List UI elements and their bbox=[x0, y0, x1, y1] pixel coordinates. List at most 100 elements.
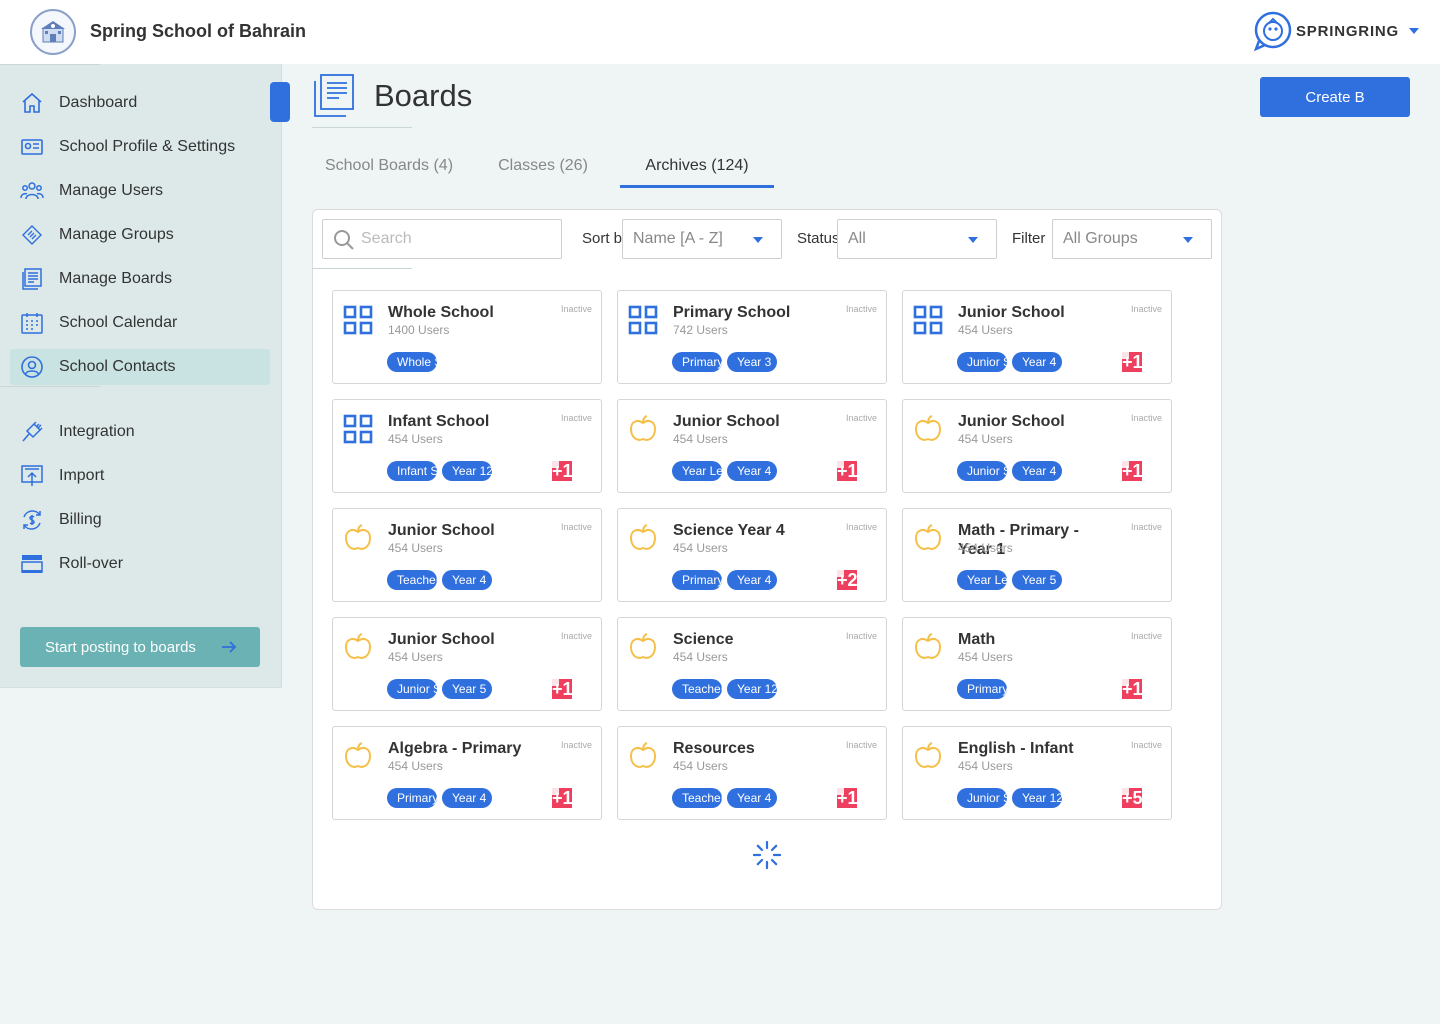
group-tag[interactable]: Year 4 bbox=[727, 570, 777, 590]
group-tag[interactable]: Primary bbox=[957, 679, 1007, 699]
start-posting-label: Start posting to boards bbox=[45, 638, 196, 656]
group-tag[interactable]: Primary bbox=[672, 570, 722, 590]
group-tag[interactable]: Year 4 bbox=[1012, 461, 1062, 481]
group-tag[interactable]: Year 12 bbox=[1012, 788, 1062, 808]
board-title: Primary School bbox=[673, 304, 791, 321]
board-card[interactable]: Junior School 454 Users Inactive Junior S Ye… bbox=[332, 617, 602, 711]
sidebar-item-school-profile[interactable]: School Profile & Settings bbox=[10, 129, 270, 165]
group-tag[interactable]: Year 5 bbox=[442, 679, 492, 699]
board-card[interactable]: Whole School 1400 Users Inactive Whole S bbox=[332, 290, 602, 384]
filter-select[interactable]: All Groups bbox=[1052, 219, 1212, 259]
board-card[interactable]: English - Infant 454 Users Inactive Junior … bbox=[902, 726, 1172, 820]
sidebar-item-label: Manage Groups bbox=[59, 226, 174, 243]
grid-icon bbox=[343, 414, 373, 444]
group-tag[interactable]: Primary bbox=[387, 788, 437, 808]
sidebar-item-label: School Calendar bbox=[59, 314, 178, 331]
board-card[interactable]: Science 454 Users Inactive Teacher Year 12 bbox=[617, 617, 887, 711]
sort-value: Name [A - Z] bbox=[633, 230, 723, 247]
status-badge: Inactive bbox=[1130, 631, 1162, 641]
more-groups-badge[interactable]: +1 bbox=[1122, 352, 1142, 372]
sidebar-item-manage-boards[interactable]: Manage Boards bbox=[10, 261, 270, 297]
board-user-count: 454 Users bbox=[673, 650, 728, 664]
rollover-icon bbox=[20, 552, 44, 576]
group-tag[interactable]: Infant S bbox=[387, 461, 437, 481]
sidebar-item-school-calendar[interactable]: School Calendar bbox=[10, 305, 270, 341]
board-user-count: 454 Users bbox=[958, 432, 1013, 446]
boards-icon bbox=[20, 267, 44, 291]
sort-select[interactable]: Name [A - Z] bbox=[622, 219, 782, 259]
group-tag[interactable]: Junior S bbox=[957, 461, 1007, 481]
group-tag[interactable]: Year 4 bbox=[727, 461, 777, 481]
group-tag[interactable]: Year 4 bbox=[727, 788, 777, 808]
board-card[interactable]: Science Year 4 454 Users Inactive Primary Ye… bbox=[617, 508, 887, 602]
status-select[interactable]: All bbox=[837, 219, 997, 259]
board-card[interactable]: Junior School 454 Users Inactive Teacher Yea… bbox=[332, 508, 602, 602]
tab-archives[interactable]: Archives (124) bbox=[620, 148, 774, 188]
sidebar-item-billing[interactable]: Billing bbox=[10, 502, 270, 538]
group-tag[interactable]: Year Le bbox=[672, 461, 722, 481]
group-tag[interactable]: Junior S bbox=[957, 352, 1007, 372]
board-user-count: 454 Users bbox=[388, 541, 443, 555]
status-badge: Inactive bbox=[1130, 522, 1162, 532]
group-tag[interactable]: Year 3 bbox=[727, 352, 777, 372]
board-title: Junior School bbox=[958, 304, 1065, 321]
group-tag[interactable]: Year Le bbox=[957, 570, 1007, 590]
group-tag[interactable]: Primary bbox=[672, 352, 722, 372]
more-groups-badge[interactable]: +1 bbox=[1122, 679, 1142, 699]
search-icon bbox=[334, 230, 354, 250]
board-user-count: 454 Users bbox=[958, 650, 1013, 664]
more-groups-badge[interactable]: +2 bbox=[837, 570, 857, 590]
springring-logo-icon bbox=[1253, 11, 1292, 51]
group-tag[interactable]: Teacher bbox=[387, 570, 437, 590]
sidebar-item-integration[interactable]: Integration bbox=[10, 414, 270, 450]
group-tag[interactable]: Year 4 bbox=[1012, 352, 1062, 372]
board-card[interactable]: Resources 454 Users Inactive Teacher Year 4 +… bbox=[617, 726, 887, 820]
board-card[interactable]: Infant School 454 Users Inactive Infant S Ye… bbox=[332, 399, 602, 493]
start-posting-button[interactable]: Start posting to boards bbox=[20, 627, 260, 667]
sidebar-item-manage-groups[interactable]: Manage Groups bbox=[10, 217, 270, 253]
sidebar-item-manage-users[interactable]: Manage Users bbox=[10, 173, 270, 209]
board-card[interactable]: Math - Primary - Year 1 454 Users Inactive… bbox=[902, 508, 1172, 602]
group-tag[interactable]: Whole S bbox=[387, 352, 437, 372]
sidebar-scroll-indicator[interactable] bbox=[270, 82, 290, 122]
group-tag[interactable]: Teacher bbox=[672, 679, 722, 699]
group-tag[interactable]: Junior S bbox=[957, 788, 1007, 808]
group-tag[interactable]: Year 12 bbox=[442, 461, 492, 481]
board-card[interactable]: Primary School 742 Users Inactive Primary Ye… bbox=[617, 290, 887, 384]
create-board-button[interactable]: Create B bbox=[1260, 77, 1410, 117]
tab-classes[interactable]: Classes (26) bbox=[486, 148, 600, 188]
search-input[interactable] bbox=[361, 228, 551, 250]
board-card[interactable]: Junior School 454 Users Inactive Junior S Ye… bbox=[902, 290, 1172, 384]
more-groups-badge[interactable]: +5 bbox=[1122, 788, 1142, 808]
group-tag[interactable]: Year 5 bbox=[1012, 570, 1062, 590]
board-card[interactable]: Algebra - Primary 454 Users Inactive Primar… bbox=[332, 726, 602, 820]
board-card[interactable]: Junior School 454 Users Inactive Junior S Ye… bbox=[902, 399, 1172, 493]
more-groups-badge[interactable]: +1 bbox=[837, 788, 857, 808]
group-tag[interactable]: Year 4 bbox=[442, 788, 492, 808]
board-card[interactable]: Math 454 Users Inactive Primary +1 bbox=[902, 617, 1172, 711]
more-groups-badge[interactable]: +1 bbox=[552, 788, 572, 808]
group-tag[interactable]: Year 12 bbox=[727, 679, 777, 699]
apple-icon bbox=[343, 632, 373, 662]
apple-icon bbox=[913, 741, 943, 771]
group-tag[interactable]: Junior S bbox=[387, 679, 437, 699]
divider bbox=[312, 268, 412, 269]
group-tag[interactable]: Year 4 bbox=[442, 570, 492, 590]
tab-school-boards[interactable]: School Boards (4) bbox=[312, 148, 466, 188]
account-menu[interactable]: SPRINGRING bbox=[1252, 11, 1420, 51]
group-tag[interactable]: Teacher bbox=[672, 788, 722, 808]
more-groups-badge[interactable]: +1 bbox=[1122, 461, 1142, 481]
sidebar-item-import[interactable]: Import bbox=[10, 458, 270, 494]
more-groups-badge[interactable]: +1 bbox=[552, 461, 572, 481]
sidebar-item-roll-over[interactable]: Roll-over bbox=[10, 546, 270, 582]
apple-icon bbox=[628, 741, 658, 771]
sidebar-item-school-contacts[interactable]: School Contacts bbox=[10, 349, 270, 385]
board-card[interactable]: Junior School 454 Users Inactive Year Le Yea… bbox=[617, 399, 887, 493]
board-user-count: 454 Users bbox=[958, 323, 1013, 337]
loading-spinner-icon bbox=[752, 840, 782, 870]
sidebar-item-label: Manage Boards bbox=[59, 270, 172, 287]
more-groups-badge[interactable]: +1 bbox=[552, 679, 572, 699]
sidebar-item-dashboard[interactable]: Dashboard bbox=[10, 85, 270, 121]
board-title: Junior School bbox=[673, 413, 780, 430]
more-groups-badge[interactable]: +1 bbox=[837, 461, 857, 481]
